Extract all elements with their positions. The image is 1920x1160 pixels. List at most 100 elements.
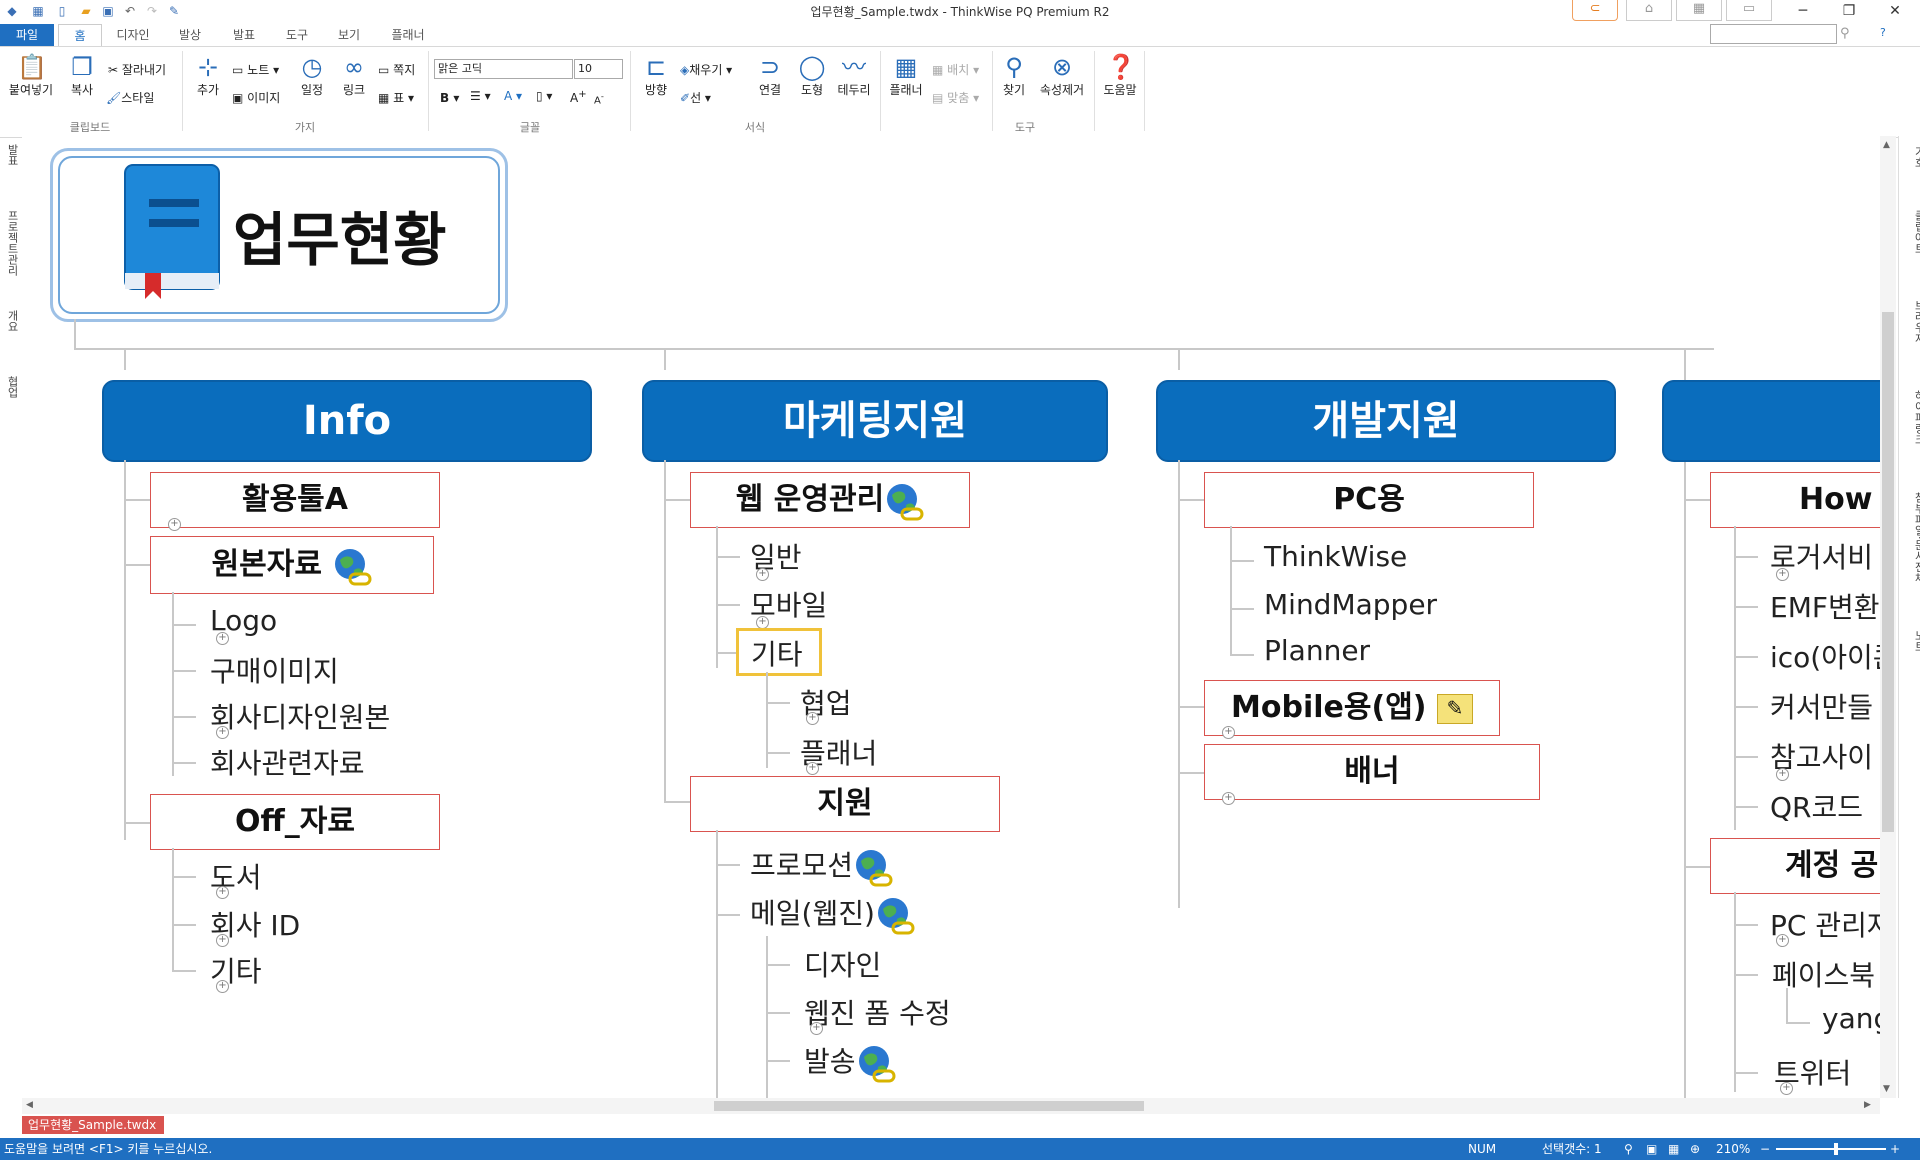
left-tab-project[interactable]: 프로젝트관리 [2,210,20,276]
vertical-scroll-thumb[interactable] [1882,312,1894,832]
root-node[interactable]: 업무현황 [50,148,508,322]
calendar-button[interactable]: ▦ [1676,0,1722,21]
horizontal-scroll-thumb[interactable] [714,1101,1144,1111]
view-zoom-icon[interactable]: ⊕ [1690,1138,1700,1160]
leaf-node[interactable]: QR코드 [1770,786,1863,826]
group-node[interactable]: Off_자료 [150,794,440,850]
close-button[interactable]: ✕ [1872,0,1918,22]
copy-button[interactable]: ❐ 복사 [62,53,102,98]
border-button[interactable]: 〰 테두리 [834,53,874,98]
shape-button[interactable]: ◯ 도형 [792,53,832,98]
layout-button[interactable]: ▭ [1726,0,1772,21]
group-node[interactable]: 원본자료 [150,536,434,594]
leaf-node[interactable]: 프로모션 [750,844,893,887]
tab-file[interactable]: 파일 [0,24,54,46]
zoom-in-icon[interactable]: + [1890,1138,1900,1160]
maximize-button[interactable]: ❐ [1826,0,1872,22]
branch-node-marketing[interactable]: 마케팅지원 [642,380,1108,462]
planner-button[interactable]: ▦ 플래너 [884,53,928,98]
expand-icon[interactable]: + [216,980,229,993]
group-node[interactable]: 지원 [690,776,1000,832]
group-node[interactable]: 배너 [1204,744,1540,800]
scroll-down-icon[interactable]: ▼ [1883,1084,1890,1094]
note-button[interactable]: ▭ 노트 ▾ [232,61,279,78]
branch-node-dev[interactable]: 개발지원 [1156,380,1616,462]
group-node[interactable]: 웹 운영관리 [690,472,970,528]
group-node[interactable]: 계정 공 [1710,838,1880,894]
group-node[interactable]: 활용툴A [150,472,440,528]
right-tab-symbols[interactable]: 기호 [1901,146,1920,168]
expand-icon[interactable]: + [756,568,769,581]
leaf-node[interactable]: 메일(웹진) [750,892,915,935]
expand-icon[interactable]: + [1222,792,1235,805]
style-button[interactable]: 🖌스타일 [106,89,154,106]
fill-button[interactable]: ◈채우기 ▾ [680,61,732,78]
align-button[interactable]: ☰ ▾ [470,89,491,103]
add-button[interactable]: ⊹ 추가 [188,53,228,98]
leaf-node[interactable]: ThinkWise [1264,540,1407,573]
leaf-node[interactable]: 커서만들 [1770,686,1873,726]
expand-icon[interactable]: + [1776,568,1789,581]
expand-icon[interactable]: + [168,518,181,531]
document-tab[interactable]: 업무현황_Sample.twdx [22,1116,164,1134]
zoom-slider-handle[interactable] [1834,1143,1838,1155]
expand-icon[interactable]: + [806,762,819,775]
expand-icon[interactable]: + [1776,768,1789,781]
tab-design[interactable]: 디자인 [106,24,160,46]
search-icon[interactable]: ⚲ [1840,26,1850,41]
leaf-node[interactable]: EMF변환 [1770,586,1879,626]
leaf-node[interactable]: 회사디자인원본 [210,696,390,736]
view-grid-icon[interactable]: ▦ [1668,1138,1679,1160]
leaf-node[interactable]: 발송 [804,1040,896,1083]
selected-node[interactable]: 기타 [736,628,822,676]
leaf-node[interactable]: 웹진 폼 수정 [804,992,951,1032]
grow-font-button[interactable]: A+ [570,89,587,105]
fit-button[interactable]: ▤ 맞춤 ▾ [932,89,979,106]
leaf-node[interactable]: MindMapper [1264,588,1437,621]
left-tab-outline[interactable]: 개요 [2,310,20,332]
expand-icon[interactable]: + [216,632,229,645]
expand-icon[interactable]: + [216,934,229,947]
left-tab-collab[interactable]: 협업 [2,376,20,398]
minimize-button[interactable]: ─ [1780,0,1826,22]
table-button[interactable]: ▦ 표 ▾ [378,89,414,106]
right-tab-browser[interactable]: 브라우저 [1901,300,1920,344]
leaf-node[interactable]: Planner [1264,634,1370,667]
link-button[interactable]: ∞ 링크 [334,53,374,98]
expand-icon[interactable]: + [810,1022,823,1035]
leaf-node[interactable]: 회사관련자료 [210,742,365,782]
tab-home[interactable]: 홈 [58,24,102,47]
expand-icon[interactable]: + [1780,1082,1793,1095]
highlight-button[interactable]: ▯ ▾ [536,89,552,103]
home-button[interactable]: ⌂ [1626,0,1672,21]
font-size-combo[interactable]: 10 [574,59,623,79]
expand-icon[interactable]: + [1776,934,1789,947]
expand-icon[interactable]: + [216,886,229,899]
branch-node-info[interactable]: Info [102,380,592,462]
horizontal-scrollbar[interactable]: ◀ ▶ [22,1098,1880,1114]
thinkwise-button[interactable]: ⊂ [1572,0,1618,21]
group-node[interactable]: Mobile용(앱) ✎ [1204,680,1500,736]
cut-button[interactable]: ✂ 잘라내기 [108,61,166,78]
font-name-combo[interactable]: 맑은 고딕 [434,59,573,79]
left-tab-presentation[interactable]: 발표 [2,144,20,166]
arrange-button[interactable]: ▦ 배치 ▾ [932,61,979,78]
paste-button[interactable]: 📋 붙여넣기 [6,53,56,98]
line-button[interactable]: ✐선 ▾ [680,89,711,106]
search-combo[interactable] [1710,24,1837,44]
scroll-right-icon[interactable]: ▶ [1864,1100,1871,1110]
scroll-up-icon[interactable]: ▲ [1883,140,1890,150]
remove-attr-button[interactable]: ⊗ 속성제거 [1034,53,1090,98]
tab-presentation[interactable]: 발표 [220,24,268,46]
right-tab-clipart[interactable]: 클립아트 [1901,210,1920,254]
help-small-icon[interactable]: ? [1880,26,1886,39]
zoom-out-icon[interactable]: − [1760,1138,1770,1160]
view-normal-icon[interactable]: ▣ [1646,1138,1657,1160]
image-button[interactable]: ▣ 이미지 [232,89,280,106]
help-button[interactable]: ❓ 도움말 [1098,53,1142,98]
group-node[interactable]: PC용 [1204,472,1534,528]
memo-button[interactable]: ▭ 쪽지 [378,61,415,78]
leaf-node[interactable]: yang [1822,1002,1880,1035]
tab-tools[interactable]: 도구 [274,24,320,46]
zoom-slider[interactable] [1776,1148,1886,1150]
